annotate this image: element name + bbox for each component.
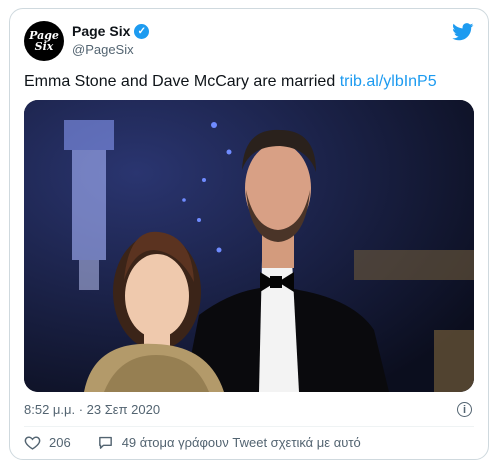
photo-illustration: [24, 100, 474, 392]
author-handle[interactable]: @PageSix: [72, 42, 134, 57]
author-name-row: Page Six ✓: [72, 23, 150, 39]
tweet-card[interactable]: Page Six Page Six ✓ @PageSix Emma Stone …: [9, 8, 489, 460]
heart-icon: [24, 436, 41, 450]
tweet-link[interactable]: trib.al/ylbInP5: [340, 73, 437, 90]
avatar-text-line2: Six: [34, 40, 54, 53]
speech-bubble-icon: [98, 436, 112, 449]
author-name[interactable]: Page Six: [72, 23, 130, 39]
tweet-body: Emma Stone and Dave McCary are married: [24, 73, 336, 90]
twitter-bird-icon[interactable]: [452, 23, 474, 41]
tweet-timestamp[interactable]: 8:52 μ.μ. · 23 Σεπ 2020: [24, 402, 160, 417]
like-count: 206: [49, 435, 71, 450]
avatar[interactable]: Page Six: [24, 21, 64, 61]
tweet-photo[interactable]: [24, 100, 474, 392]
replies-button[interactable]: 49 άτομα γράφουν Tweet σχετικά με αυτό: [97, 434, 361, 451]
tweet-text: Emma Stone and Dave McCary are married t…: [24, 73, 437, 91]
info-icon[interactable]: i: [457, 402, 472, 417]
replies-text: 49 άτομα γράφουν Tweet σχετικά με αυτό: [121, 435, 361, 450]
divider: [24, 426, 474, 427]
like-button[interactable]: 206: [24, 434, 71, 451]
verified-badge-icon: ✓: [134, 23, 150, 39]
action-bar: 206 49 άτομα γράφουν Tweet σχετικά με αυ…: [24, 434, 387, 451]
